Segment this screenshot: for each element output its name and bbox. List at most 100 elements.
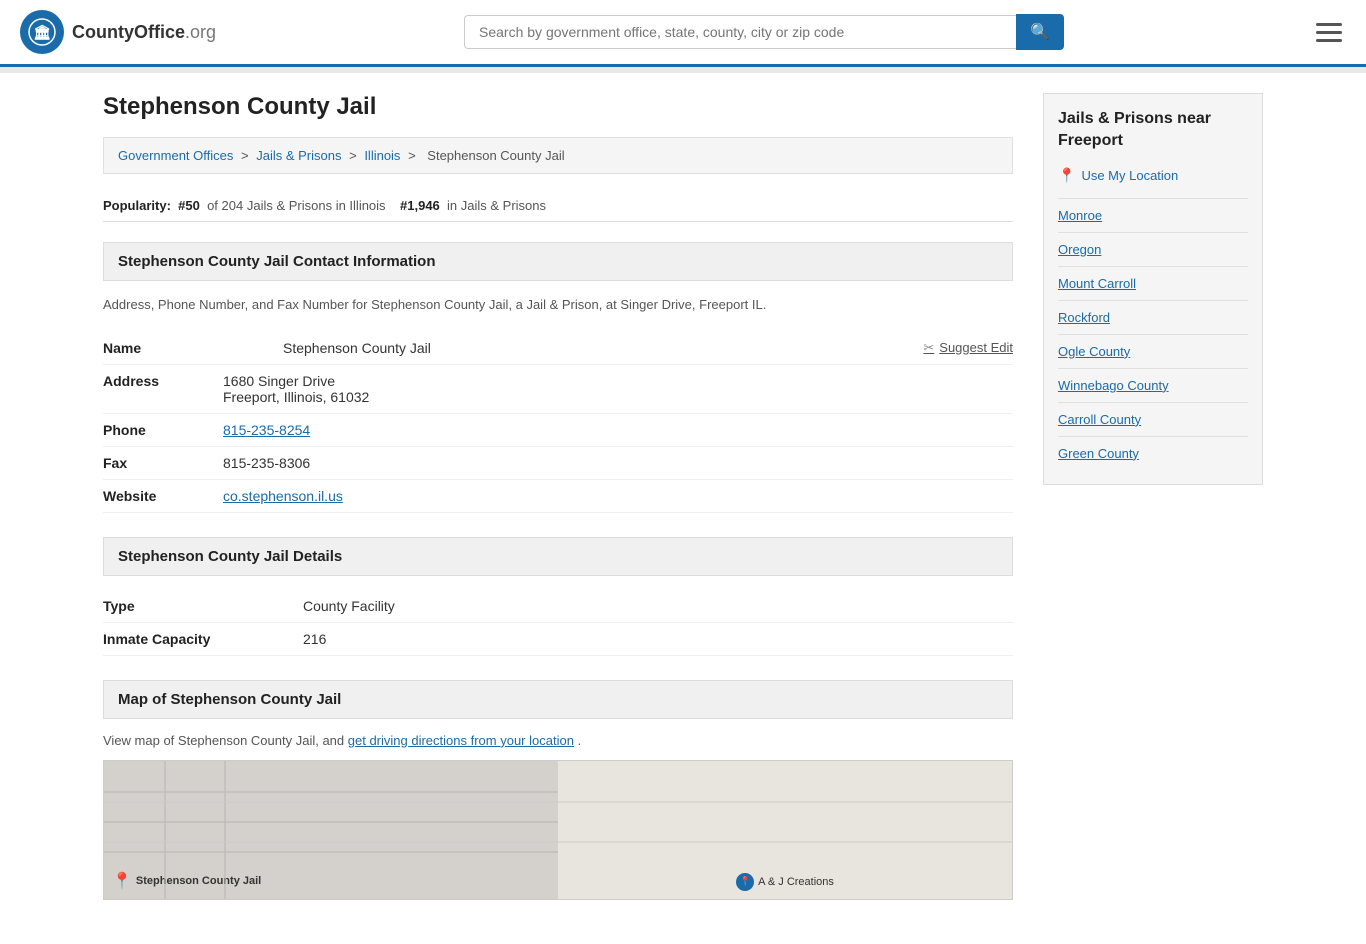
suggest-edit-button[interactable]: ✂ Suggest Edit: [923, 340, 1013, 356]
map-road-h3: [104, 851, 558, 853]
contact-section-header: Stephenson County Jail Contact Informati…: [103, 242, 1013, 281]
breadcrumb-item-government-offices[interactable]: Government Offices: [118, 148, 233, 163]
contact-address-label: Address: [103, 373, 223, 389]
breadcrumb-item-current: Stephenson County Jail: [427, 148, 564, 163]
menu-line: [1316, 23, 1342, 26]
popularity-rank: #50: [178, 198, 200, 213]
sidebar-list-item: Mount Carroll: [1058, 266, 1248, 300]
contact-address-value: 1680 Singer Drive Freeport, Illinois, 61…: [223, 373, 1013, 405]
details-type-label: Type: [103, 598, 303, 614]
sidebar-link-rockford[interactable]: Rockford: [1058, 301, 1248, 334]
breadcrumb: Government Offices > Jails & Prisons > I…: [103, 137, 1013, 174]
breadcrumb-separator: >: [241, 148, 249, 163]
use-location-label: Use My Location: [1081, 168, 1178, 183]
sidebar-list-item: Monroe: [1058, 198, 1248, 232]
contact-fax-label: Fax: [103, 455, 223, 471]
sidebar-link-oregon[interactable]: Oregon: [1058, 233, 1248, 266]
contact-phone-label: Phone: [103, 422, 223, 438]
sidebar-list-item: Green County: [1058, 436, 1248, 470]
sidebar-link-green-county[interactable]: Green County: [1058, 437, 1248, 470]
details-section: Stephenson County Jail Details Type Coun…: [103, 537, 1013, 656]
main-content: Stephenson County Jail Government Office…: [103, 93, 1013, 924]
contact-section: Stephenson County Jail Contact Informati…: [103, 242, 1013, 513]
sidebar-list-item: Winnebago County: [1058, 368, 1248, 402]
details-type-value: County Facility: [303, 598, 1013, 614]
contact-website-value: co.stephenson.il.us: [223, 488, 1013, 504]
map-road-h4: [104, 801, 1012, 803]
contact-name-value: Stephenson County Jail: [283, 340, 431, 356]
search-input[interactable]: [464, 15, 1016, 49]
map-container[interactable]: 📍 Stephenson County Jail 📍 A & J Creatio…: [103, 760, 1013, 900]
map-road-h2: [104, 821, 558, 823]
header: 🏛 CountyOffice.org 🔍: [0, 0, 1366, 67]
sidebar-link-carroll-county[interactable]: Carroll County: [1058, 403, 1248, 436]
menu-line: [1316, 31, 1342, 34]
search-icon: 🔍: [1030, 24, 1050, 41]
sidebar-title: Jails & Prisons near Freeport: [1058, 108, 1248, 153]
logo-text: CountyOffice.org: [72, 22, 216, 43]
breadcrumb-item-illinois[interactable]: Illinois: [364, 148, 400, 163]
contact-address-line2: Freeport, Illinois, 61032: [223, 389, 1013, 405]
popularity-section: Popularity: #50 of 204 Jails & Prisons i…: [103, 190, 1013, 222]
sidebar-link-winnebago-county[interactable]: Winnebago County: [1058, 369, 1248, 402]
sidebar: Jails & Prisons near Freeport 📍 Use My L…: [1043, 93, 1263, 924]
use-my-location-link[interactable]: 📍 Use My Location: [1058, 167, 1248, 184]
map-biz-icon: 📍: [736, 873, 754, 891]
map-section-header: Map of Stephenson County Jail: [103, 680, 1013, 719]
menu-button[interactable]: [1312, 19, 1346, 46]
map-road-h1: [104, 791, 558, 793]
contact-phone-row: Phone 815-235-8254: [103, 414, 1013, 447]
breadcrumb-item-jails[interactable]: Jails & Prisons: [256, 148, 341, 163]
main-container: Stephenson County Jail Government Office…: [83, 73, 1283, 944]
map-section: Map of Stephenson County Jail View map o…: [103, 680, 1013, 900]
search-area: 🔍: [464, 14, 1064, 50]
suggest-edit-label: Suggest Edit: [939, 340, 1013, 355]
map-road-h5: [104, 841, 1012, 843]
sidebar-box: Jails & Prisons near Freeport 📍 Use My L…: [1043, 93, 1263, 485]
sidebar-list-item: Ogle County: [1058, 334, 1248, 368]
sidebar-list-item: Oregon: [1058, 232, 1248, 266]
contact-fax-row: Fax 815-235-8306: [103, 447, 1013, 480]
details-type-row: Type County Facility: [103, 590, 1013, 623]
sidebar-list-item: Carroll County: [1058, 402, 1248, 436]
popularity-national-label: in Jails & Prisons: [447, 198, 546, 213]
map-directions-link[interactable]: get driving directions from your locatio…: [348, 733, 574, 748]
contact-website-label: Website: [103, 488, 223, 504]
contact-phone-link[interactable]: 815-235-8254: [223, 422, 310, 438]
location-pin-icon: 📍: [1058, 167, 1075, 184]
contact-website-row: Website co.stephenson.il.us: [103, 480, 1013, 513]
contact-description: Address, Phone Number, and Fax Number fo…: [103, 295, 1013, 316]
map-pin-label: 📍 Stephenson County Jail: [112, 871, 261, 891]
map-description-text: View map of Stephenson County Jail, and: [103, 733, 344, 748]
map-period: .: [578, 733, 582, 748]
svg-text:🏛: 🏛: [33, 24, 51, 40]
map-visual: 📍 Stephenson County Jail 📍 A & J Creatio…: [104, 761, 1012, 899]
map-description: View map of Stephenson County Jail, and …: [103, 733, 1013, 748]
logo-area: 🏛 CountyOffice.org: [20, 10, 216, 54]
map-road-v1: [164, 761, 166, 899]
breadcrumb-separator: >: [349, 148, 357, 163]
map-pin-text: Stephenson County Jail: [136, 875, 261, 887]
search-button[interactable]: 🔍: [1016, 14, 1064, 50]
map-road-v2: [224, 761, 226, 899]
contact-name-left: Name Stephenson County Jail: [103, 340, 431, 356]
contact-phone-value: 815-235-8254: [223, 422, 1013, 438]
suggest-edit-icon: ✂: [923, 340, 934, 356]
sidebar-links-list: MonroeOregonMount CarrollRockfordOgle Co…: [1058, 198, 1248, 470]
sidebar-link-ogle-county[interactable]: Ogle County: [1058, 335, 1248, 368]
map-biz-text: A & J Creations: [758, 876, 834, 888]
map-left-panel: 📍 Stephenson County Jail: [104, 761, 558, 899]
sidebar-link-mount-carroll[interactable]: Mount Carroll: [1058, 267, 1248, 300]
map-business-label: 📍 A & J Creations: [736, 873, 834, 891]
breadcrumb-separator: >: [408, 148, 416, 163]
details-section-header: Stephenson County Jail Details: [103, 537, 1013, 576]
menu-line: [1316, 39, 1342, 42]
popularity-national-rank: #1,946: [400, 198, 440, 213]
logo-icon: 🏛: [20, 10, 64, 54]
contact-name-label: Name: [103, 340, 223, 356]
sidebar-link-monroe[interactable]: Monroe: [1058, 199, 1248, 232]
contact-fax-value: 815-235-8306: [223, 455, 1013, 471]
map-right-panel: 📍 A & J Creations: [558, 761, 1012, 899]
contact-website-link[interactable]: co.stephenson.il.us: [223, 488, 343, 504]
popularity-total: of 204 Jails & Prisons in Illinois: [207, 198, 385, 213]
